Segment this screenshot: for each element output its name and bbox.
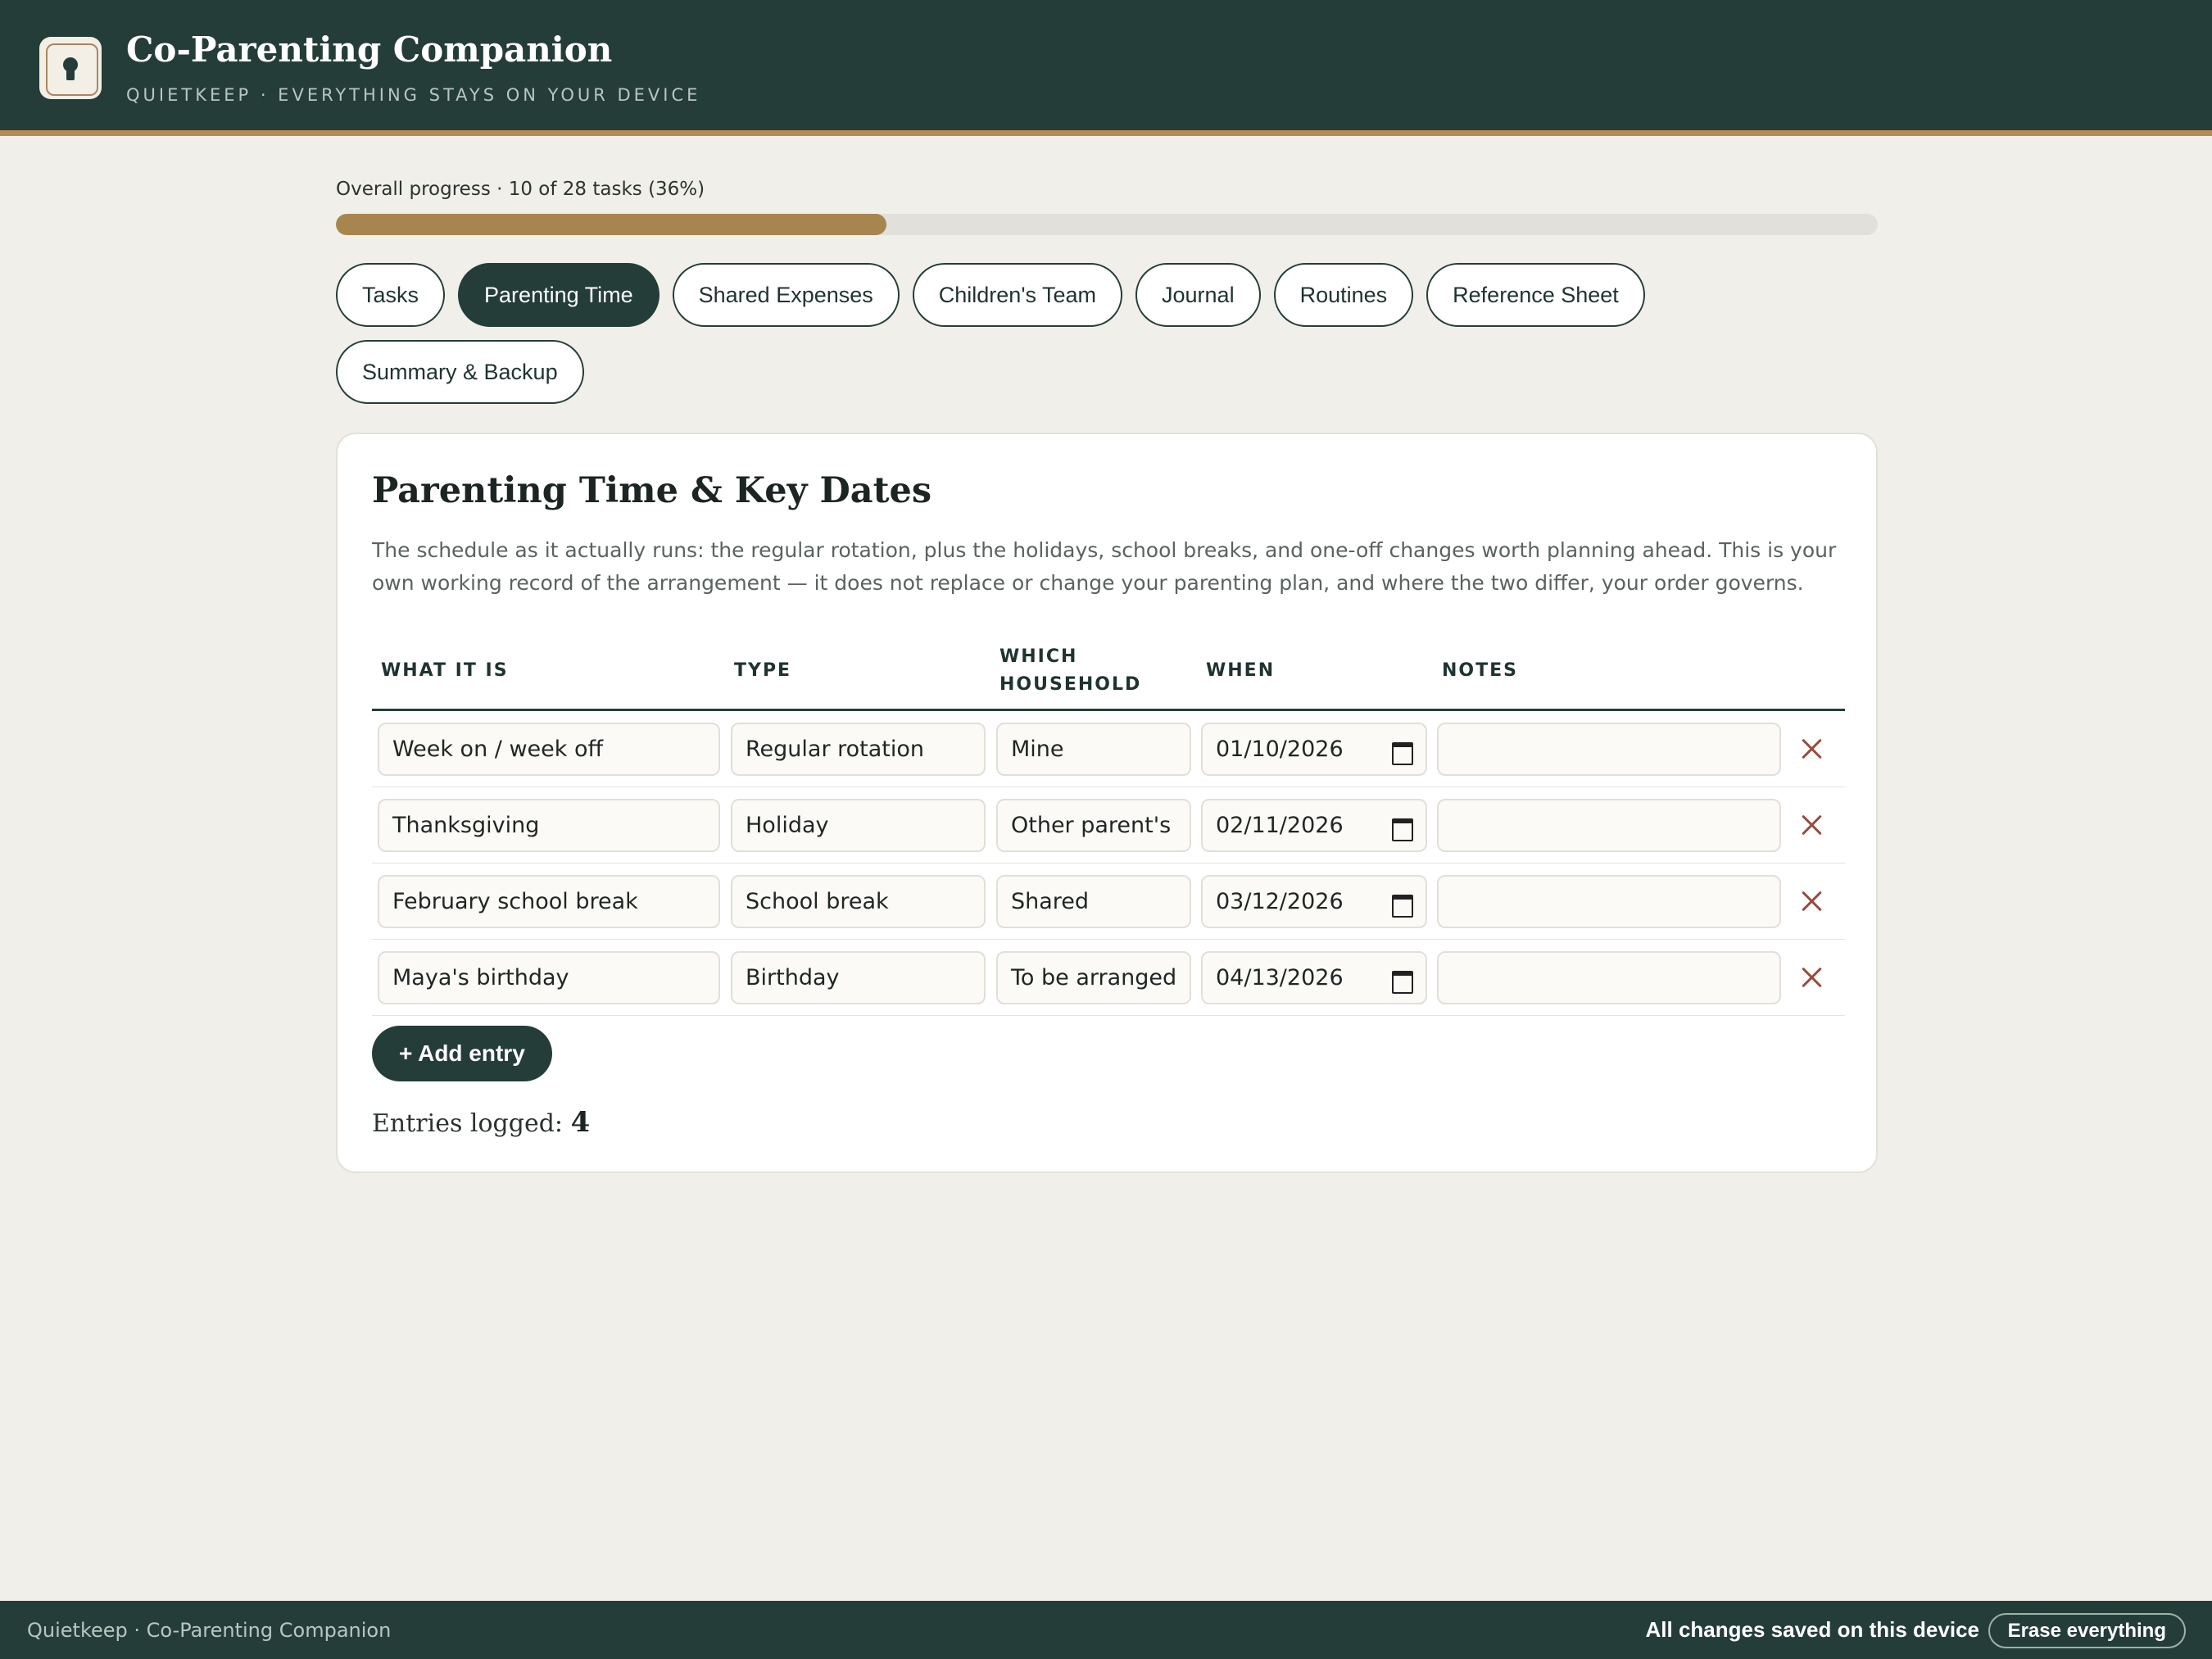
tab-bar: Tasks Parenting Time Shared Expenses Chi… bbox=[336, 263, 1647, 404]
calendar-icon[interactable] bbox=[1391, 816, 1413, 841]
column-header-notes: NOTES bbox=[1442, 660, 1518, 681]
notes-input[interactable] bbox=[1437, 875, 1781, 928]
what-input[interactable]: Maya's birthday bbox=[378, 951, 720, 1004]
tab-routines[interactable]: Routines bbox=[1273, 263, 1414, 327]
app-footer: Quietkeep · Co-Parenting Companion All c… bbox=[0, 1601, 2212, 1659]
save-status: All changes saved on this device bbox=[1645, 1617, 1979, 1642]
date-input[interactable]: 03/12/2026 bbox=[1201, 875, 1427, 928]
progress-label: Overall progress · 10 of 28 tasks (36%) bbox=[336, 179, 705, 200]
section-description: The schedule as it actually runs: the re… bbox=[372, 538, 1837, 595]
tab-tasks[interactable]: Tasks bbox=[336, 263, 446, 327]
keyhole-icon bbox=[39, 37, 102, 99]
date-value: 03/12/2026 bbox=[1216, 889, 1344, 914]
tab-shared-expenses[interactable]: Shared Expenses bbox=[672, 263, 900, 327]
notes-input[interactable] bbox=[1437, 951, 1781, 1004]
date-value: 02/11/2026 bbox=[1216, 813, 1344, 838]
household-input[interactable]: To be arranged bbox=[996, 951, 1191, 1004]
table-header: WHAT IT IS TYPE WHICH HOUSEHOLD WHEN NOT… bbox=[372, 631, 1845, 711]
what-input[interactable]: February school break bbox=[378, 875, 720, 928]
type-input[interactable]: Holiday bbox=[731, 799, 986, 852]
calendar-icon[interactable] bbox=[1391, 968, 1413, 994]
notes-input[interactable] bbox=[1437, 723, 1781, 776]
tab-summary-backup[interactable]: Summary & Backup bbox=[336, 340, 584, 404]
calendar-icon[interactable] bbox=[1391, 892, 1413, 918]
notes-input[interactable] bbox=[1437, 799, 1781, 852]
entries-value: 4 bbox=[570, 1106, 591, 1139]
what-input[interactable]: Week on / week off bbox=[378, 723, 720, 776]
section-title: Parenting Time & Key Dates bbox=[372, 470, 932, 511]
delete-row-icon[interactable] bbox=[1797, 810, 1827, 840]
column-header-household: WHICH HOUSEHOLD bbox=[999, 646, 1142, 695]
progress-fill bbox=[336, 214, 887, 235]
entries-label: Entries logged: bbox=[372, 1109, 564, 1138]
household-input[interactable]: Shared bbox=[996, 875, 1191, 928]
what-input[interactable]: Thanksgiving bbox=[378, 799, 720, 852]
column-header-what: WHAT IT IS bbox=[381, 660, 509, 681]
table-row: Week on / week off Regular rotation Mine… bbox=[372, 711, 1845, 787]
app-subtitle: QUIETKEEP · EVERYTHING STAYS ON YOUR DEV… bbox=[126, 85, 701, 105]
tab-reference-sheet[interactable]: Reference Sheet bbox=[1426, 263, 1645, 327]
tab-journal[interactable]: Journal bbox=[1135, 263, 1261, 327]
entries-count: Entries logged: 4 bbox=[372, 1106, 590, 1139]
app-header: Co-Parenting Companion QUIETKEEP · EVERY… bbox=[0, 0, 2212, 136]
type-input[interactable]: Birthday bbox=[731, 951, 986, 1004]
parenting-time-card: Parenting Time & Key Dates The schedule … bbox=[336, 433, 1878, 1173]
tab-parenting-time[interactable]: Parenting Time bbox=[458, 263, 660, 327]
table-row: February school break School break Share… bbox=[372, 863, 1845, 940]
app-title: Co-Parenting Companion bbox=[126, 29, 613, 70]
column-header-when: WHEN bbox=[1206, 660, 1276, 681]
footer-brand: Quietkeep · Co-Parenting Companion bbox=[27, 1618, 392, 1642]
date-value: 04/13/2026 bbox=[1216, 965, 1344, 990]
date-input[interactable]: 01/10/2026 bbox=[1201, 723, 1427, 776]
date-value: 01/10/2026 bbox=[1216, 737, 1344, 762]
table-row: Maya's birthday Birthday To be arranged … bbox=[372, 940, 1845, 1016]
household-input[interactable]: Mine bbox=[996, 723, 1191, 776]
date-input[interactable]: 02/11/2026 bbox=[1201, 799, 1427, 852]
delete-row-icon[interactable] bbox=[1797, 886, 1827, 916]
household-input[interactable]: Other parent's bbox=[996, 799, 1191, 852]
table-row: Thanksgiving Holiday Other parent's 02/1… bbox=[372, 787, 1845, 863]
delete-row-icon[interactable] bbox=[1797, 734, 1827, 764]
column-header-type: TYPE bbox=[734, 660, 792, 681]
schedule-table: Week on / week off Regular rotation Mine… bbox=[372, 711, 1845, 1016]
erase-everything-button[interactable]: Erase everything bbox=[1988, 1613, 2186, 1648]
delete-row-icon[interactable] bbox=[1797, 963, 1827, 992]
type-input[interactable]: School break bbox=[731, 875, 986, 928]
progress-bar bbox=[336, 214, 1878, 235]
date-input[interactable]: 04/13/2026 bbox=[1201, 951, 1427, 1004]
type-input[interactable]: Regular rotation bbox=[731, 723, 986, 776]
add-entry-button[interactable]: + Add entry bbox=[372, 1026, 552, 1081]
tab-childrens-team[interactable]: Children's Team bbox=[912, 263, 1123, 327]
calendar-icon[interactable] bbox=[1391, 740, 1413, 765]
